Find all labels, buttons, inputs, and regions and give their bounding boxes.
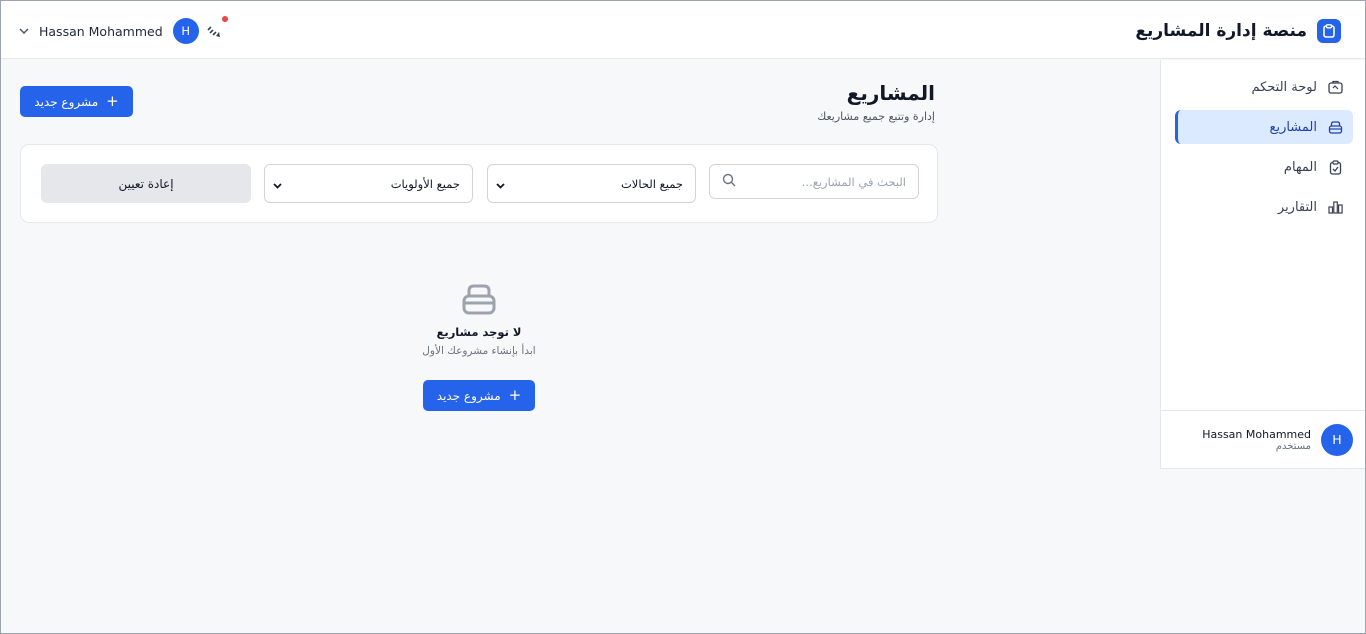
avatar: H [172,18,199,44]
sidebar-user-name: Hassan Mohammed [1202,427,1311,441]
empty-new-project-button[interactable]: + مشروع جديد [423,380,535,411]
empty-state: لا توجد مشاريع ابدأ بإنشاء مشروعك الأول … [379,281,579,411]
plus-icon: + [106,92,119,110]
sidebar-user-info: Hassan Mohammed مستخدم [1202,428,1311,452]
status-select-value: جميع الحالات [620,176,683,191]
empty-new-project-label: مشروع جديد [436,388,501,403]
new-project-button[interactable]: + مشروع جديد [20,86,133,117]
sidebar-item-projects[interactable]: المشاريع [1175,110,1353,144]
priority-select[interactable]: جميع الأولويات [264,164,473,203]
projects-icon [1327,119,1343,135]
status-select[interactable]: جميع الحالات [487,164,696,203]
reset-button[interactable]: إعادة تعيين [41,164,251,203]
search-input[interactable] [746,174,906,189]
sidebar-item-reports[interactable]: التقارير [1175,190,1353,224]
sidebar-item-dashboard[interactable]: لوحة التحكم [1175,70,1353,104]
plus-icon: + [508,386,522,404]
app-title: منصة إدارة المشاريع [1135,21,1307,41]
empty-state-text: ابدأ بإنشاء مشروعك الأول [422,345,536,357]
status-indicator[interactable] [204,15,230,41]
sidebar-user[interactable]: H Hassan Mohammed مستخدم [1161,410,1365,468]
sidebar-item-label: التقارير [1277,199,1317,215]
page-title: المشاريع [846,81,935,105]
filters-card: جميع الحالات جميع الأولويات إعادة تعيين [20,144,938,223]
chevron-down-icon [496,174,505,193]
top-bar: منصة إدارة المشاريع Hassan Mohammed H [1,1,1365,59]
empty-state-title: لا توجد مشاريع [436,325,522,339]
sidebar-nav: لوحة التحكم المشاريع المهام التقارير [1175,70,1353,230]
new-project-label: مشروع جديد [34,94,99,109]
reports-icon [1327,199,1343,215]
sidebar-item-label: المشاريع [1269,119,1317,135]
search-box[interactable] [709,164,919,199]
priority-select-value: جميع الأولويات [390,176,460,191]
chevron-down-icon [273,174,282,193]
sidebar-item-tasks[interactable]: المهام [1175,150,1353,184]
projects-icon [461,281,497,317]
user-name: Hassan Mohammed [39,23,163,39]
sidebar-item-label: المهام [1283,159,1317,175]
chevron-down-icon [19,26,29,36]
avatar: H [1321,423,1353,456]
tasks-icon [1327,159,1343,175]
user-menu[interactable]: Hassan Mohammed H [19,17,199,45]
sidebar: لوحة التحكم المشاريع المهام التقارير H H… [1160,60,1365,469]
brand[interactable]: منصة إدارة المشاريع [1135,18,1341,44]
notification-dot [222,16,228,22]
clipboard-icon [1317,19,1341,43]
dashboard-icon [1327,79,1343,95]
sidebar-user-role: مستخدم [1275,440,1311,452]
sidebar-item-label: لوحة التحكم [1251,79,1317,95]
page-subtitle: إدارة وتتبع جميع مشاريعك [817,110,935,123]
search-icon [722,172,736,191]
